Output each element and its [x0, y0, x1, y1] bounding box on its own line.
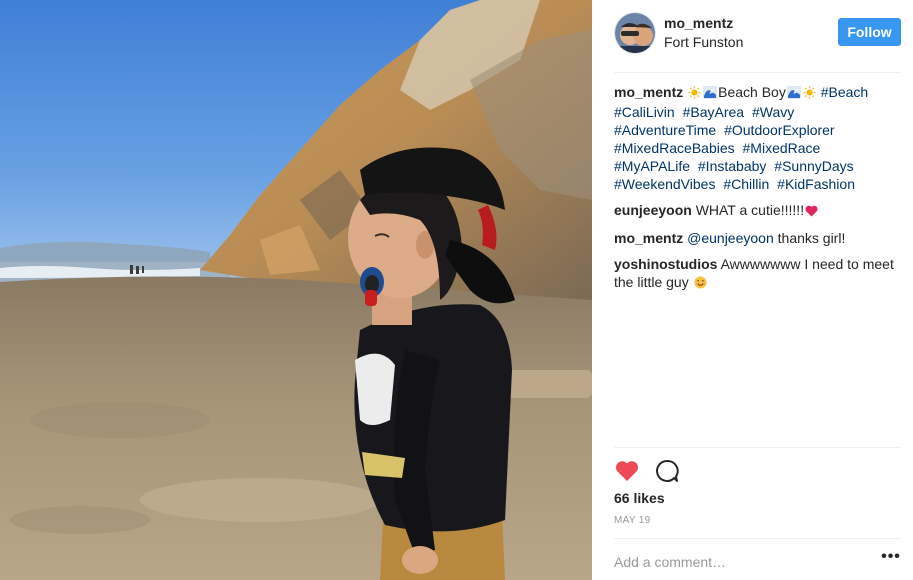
smiling-face-icon — [694, 275, 707, 293]
comment-text: WHAT a cutie!!!!!! — [695, 202, 805, 218]
comment-item: eunjeeyoon WHAT a cutie!!!!!! — [614, 201, 904, 221]
hashtag-link[interactable]: #Beach — [821, 84, 868, 100]
wave-icon — [703, 85, 718, 103]
comment-username[interactable]: mo_mentz — [614, 230, 683, 246]
hashtag-link[interactable]: #MixedRace — [743, 140, 821, 156]
add-comment-input[interactable] — [614, 551, 854, 573]
caption: mo_mentz Beach Boy #Beach #CaliLivin #Ba… — [614, 83, 904, 193]
caption-hashtags: #Beach #CaliLivin #BayArea #Wavy #Advent… — [614, 84, 872, 192]
post-photo[interactable] — [0, 0, 592, 580]
comment-item: mo_mentz @eunjeeyoon thanks girl! — [614, 229, 904, 247]
post-side-panel: mo_mentz Fort Funston Follow mo_mentz Be… — [592, 0, 913, 580]
red-heart-icon — [805, 203, 818, 221]
hashtag-link[interactable]: #MyAPALife — [614, 158, 690, 174]
post-date: MAY 19 — [614, 515, 651, 526]
hashtag-link[interactable]: #BayArea — [683, 104, 744, 120]
hashtag-link[interactable]: #KidFashion — [777, 176, 855, 192]
hashtag-link[interactable]: #AdventureTime — [614, 122, 716, 138]
hashtag-link[interactable]: #WeekendVibes — [614, 176, 715, 192]
comment-username[interactable]: yoshinostudios — [614, 256, 717, 272]
actions-divider — [614, 447, 901, 448]
avatar[interactable] — [614, 12, 656, 54]
comment-item: yoshinostudios Awwwwwww I need to meet t… — [614, 255, 904, 293]
comment-bubble-icon[interactable] — [654, 458, 680, 484]
hashtag-link[interactable]: #Instababy — [698, 158, 767, 174]
sun-icon — [803, 85, 816, 103]
like-heart-icon[interactable] — [614, 458, 640, 484]
sun-icon — [688, 85, 701, 103]
hashtag-link[interactable]: #SunnyDays — [774, 158, 853, 174]
hashtag-link[interactable]: #Chillin — [723, 176, 769, 192]
hashtag-link[interactable]: #OutdoorExplorer — [724, 122, 835, 138]
post-location[interactable]: Fort Funston — [664, 34, 743, 50]
hashtag-link[interactable]: #Wavy — [752, 104, 794, 120]
hashtag-link[interactable]: #CaliLivin — [614, 104, 675, 120]
caption-username[interactable]: mo_mentz — [614, 84, 683, 100]
wave-icon — [786, 85, 801, 103]
header-divider — [614, 72, 901, 73]
comment-text: thanks girl! — [773, 230, 846, 246]
more-options-button[interactable]: ••• — [880, 549, 902, 570]
follow-button[interactable]: Follow — [838, 18, 901, 46]
post-username[interactable]: mo_mentz — [664, 15, 733, 31]
likes-count[interactable]: 66 likes — [614, 490, 665, 506]
add-comment-divider — [614, 538, 901, 539]
hashtag-link[interactable]: #MixedRaceBabies — [614, 140, 735, 156]
comments-list: mo_mentz Beach Boy #Beach #CaliLivin #Ba… — [614, 83, 904, 301]
caption-text: Beach Boy — [718, 84, 786, 100]
post-header: mo_mentz Fort Funston Follow — [592, 0, 913, 72]
comment-mention[interactable]: @eunjeeyoon — [687, 230, 774, 246]
comment-username[interactable]: eunjeeyoon — [614, 202, 692, 218]
